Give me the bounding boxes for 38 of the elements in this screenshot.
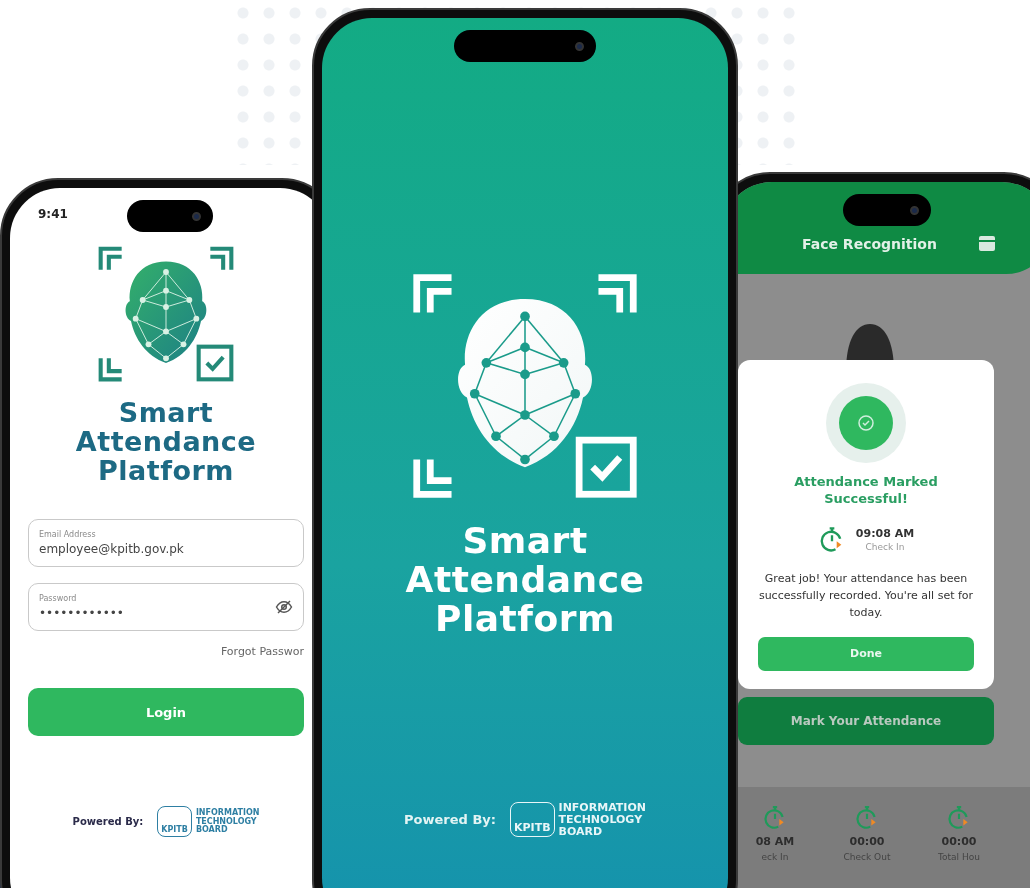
success-message: Great job! Your attendance has been successfully recorded. You're all set for today. xyxy=(758,570,974,621)
powered-by-label: Powered By: xyxy=(404,812,496,828)
app-title: Attendance xyxy=(405,560,645,600)
field-value: employee@kpitb.gov.pk xyxy=(39,542,185,557)
face-scan-icon xyxy=(96,244,236,384)
app-title: Smart xyxy=(462,522,588,561)
check-in-time: 09:08 AM xyxy=(855,527,915,541)
app-title: Attendance xyxy=(75,427,257,457)
field-label: Email Address xyxy=(39,530,97,540)
app-title: Platform xyxy=(435,599,615,639)
org-name: INFORMATION xyxy=(195,808,260,817)
org-name: BOARD xyxy=(558,825,604,838)
field-label: Password xyxy=(39,594,78,604)
password-field[interactable]: Password •••••••••••• xyxy=(28,583,304,632)
powered-by-label: Powered By: xyxy=(72,816,144,828)
field-value: •••••••••••• xyxy=(39,606,125,621)
header-title: Face Recognition xyxy=(802,236,937,252)
stat-value: 08 AM xyxy=(755,834,795,848)
org-name: TECHNOLOGY xyxy=(558,813,644,826)
app-title: Platform xyxy=(98,456,234,486)
org-name: INFORMATION xyxy=(558,801,646,814)
org-logo-badge: KPITB xyxy=(509,802,555,838)
camera-icon xyxy=(910,205,919,215)
stat-value: 00:00 xyxy=(849,834,885,848)
status-time: 9:41 xyxy=(38,207,68,221)
stat-value: 00:00 xyxy=(941,834,977,848)
forgot-password-link[interactable]: Forgot Passwor xyxy=(220,645,304,659)
camera-icon xyxy=(575,41,584,51)
org-name: BOARD xyxy=(195,826,229,836)
check-circle-icon xyxy=(825,382,907,464)
check-in-label: Check In xyxy=(865,542,905,553)
camera-icon xyxy=(192,211,201,221)
org-logo-badge: KPITB xyxy=(157,806,192,838)
calendar-icon[interactable] xyxy=(978,234,996,252)
email-field[interactable]: Email Address employee@kpitb.gov.pk xyxy=(28,519,304,568)
org-name: TECHNOLOGY xyxy=(195,817,258,826)
dialog-title: Attendance Marked Successful! xyxy=(793,474,939,508)
app-title: Smart xyxy=(118,398,214,428)
